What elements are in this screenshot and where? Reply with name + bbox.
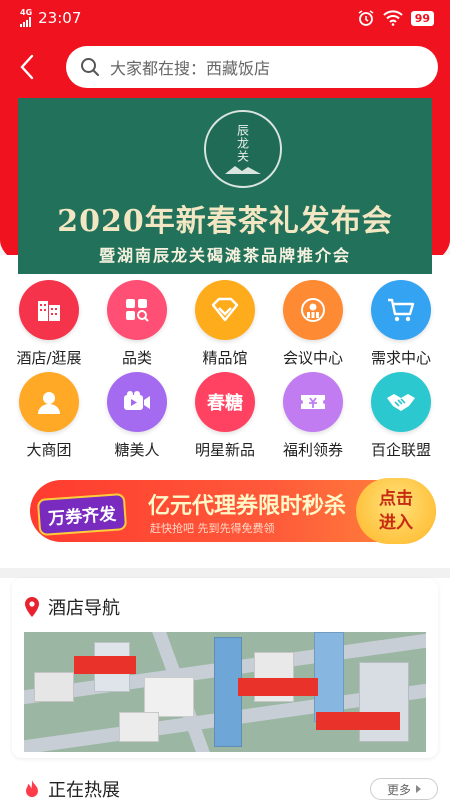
- video-icon: [107, 372, 167, 432]
- category-sugar-beauty[interactable]: 糖美人: [93, 372, 181, 464]
- category-demand[interactable]: 需求中心: [357, 280, 445, 372]
- top-bar: 大家都在搜：西藏饭店: [0, 44, 450, 90]
- hot-section-header: 正在热展: [24, 776, 120, 800]
- promo-title: 亿元代理券限时秒杀: [148, 494, 347, 519]
- logo-text: 辰龙关: [235, 123, 250, 163]
- coupon-promo-banner[interactable]: 万券齐发 亿元代理券限时秒杀 赶快抢吧 先到先得免费领 点击进入: [22, 472, 440, 552]
- banner-title: 2020年新春茶礼发布会: [57, 204, 393, 239]
- category-conference[interactable]: 会议中心: [269, 280, 357, 372]
- more-label: 更多: [386, 782, 411, 797]
- promo-badge: 万券齐发: [22, 484, 142, 544]
- hotel-map[interactable]: [24, 632, 426, 752]
- category-hotel-exhibition[interactable]: 酒店/逛展: [5, 280, 93, 372]
- flame-icon: [26, 780, 38, 797]
- user-icon: [19, 372, 79, 432]
- icon-text: 春糖: [207, 393, 243, 414]
- handshake-icon: [371, 372, 431, 432]
- hotel-nav-title: 酒店导航: [48, 598, 120, 619]
- category-items[interactable]: 品类: [93, 280, 181, 372]
- status-bar: 4G 23:07 99: [0, 0, 450, 36]
- promo-button-label: 点击进入: [379, 489, 413, 533]
- spring-text-icon: 春糖: [195, 372, 255, 432]
- network-label: 4G: [20, 8, 33, 17]
- category-grid: 酒店/逛展 品类 精品馆 会议中心 需求中心 大商团 糖美人 春糖 明星新品 福…: [0, 280, 450, 464]
- location-pin-icon: [25, 597, 39, 617]
- category-label: 百企联盟: [370, 441, 431, 459]
- banner-subtitle: 暨湖南辰龙关碣滩茶品牌推介会: [98, 246, 351, 265]
- promo-banner[interactable]: 辰龙关 2020年新春茶礼发布会 暨湖南辰龙关碣滩茶品牌推介会: [18, 98, 432, 274]
- status-time: 23:07: [38, 9, 82, 27]
- category-label: 大商团: [26, 441, 72, 459]
- search-placeholder: 大家都在搜：西藏饭店: [110, 59, 271, 78]
- category-label: 糖美人: [114, 441, 160, 459]
- category-label: 精品馆: [202, 349, 248, 367]
- wifi-icon: [382, 10, 403, 26]
- category-label: 会议中心: [282, 349, 343, 367]
- category-alliance[interactable]: 百企联盟: [357, 372, 445, 464]
- hot-section-title: 正在热展: [48, 780, 120, 800]
- map-hotel-marker[interactable]: [238, 678, 318, 696]
- network-indicator: 4G: [20, 9, 32, 27]
- promo-badge-text: 万券齐发: [36, 492, 128, 536]
- category-merchant-group[interactable]: 大商团: [5, 372, 93, 464]
- building-icon: [19, 280, 79, 340]
- category-coupons[interactable]: 福利领券: [269, 372, 357, 464]
- coupon-icon: [283, 372, 343, 432]
- category-label: 明星新品: [194, 441, 255, 459]
- battery-icon: 99: [410, 10, 434, 26]
- brand-logo: 辰龙关: [204, 110, 282, 188]
- category-label: 品类: [121, 349, 152, 367]
- alarm-icon: [358, 10, 374, 26]
- grid-search-icon: [107, 280, 167, 340]
- category-label: 福利领券: [282, 441, 343, 459]
- more-button[interactable]: 更多: [370, 778, 438, 800]
- back-button[interactable]: [0, 44, 54, 90]
- chevron-left-icon: [20, 54, 34, 80]
- hotel-nav-header: 酒店导航: [24, 594, 120, 620]
- category-label: 酒店/逛展: [16, 349, 82, 367]
- category-label: 需求中心: [370, 349, 431, 367]
- map-hotel-marker[interactable]: [316, 712, 400, 730]
- diamond-icon: [195, 280, 255, 340]
- cart-icon: [371, 280, 431, 340]
- signal-icon: [20, 17, 32, 27]
- search-input[interactable]: 大家都在搜：西藏饭店: [66, 46, 438, 88]
- chevron-right-icon: [416, 785, 421, 793]
- person-badge-icon: [283, 280, 343, 340]
- section-divider: [0, 568, 450, 578]
- promo-enter-button[interactable]: 点击进入: [356, 478, 436, 544]
- map-hotel-marker[interactable]: [74, 656, 136, 674]
- search-icon: [81, 58, 99, 76]
- category-star-new[interactable]: 春糖 明星新品: [181, 372, 269, 464]
- hotel-nav-card: 酒店导航: [12, 578, 438, 758]
- category-boutique[interactable]: 精品馆: [181, 280, 269, 372]
- promo-subtitle: 赶快抢吧 先到先得免费领: [150, 522, 275, 535]
